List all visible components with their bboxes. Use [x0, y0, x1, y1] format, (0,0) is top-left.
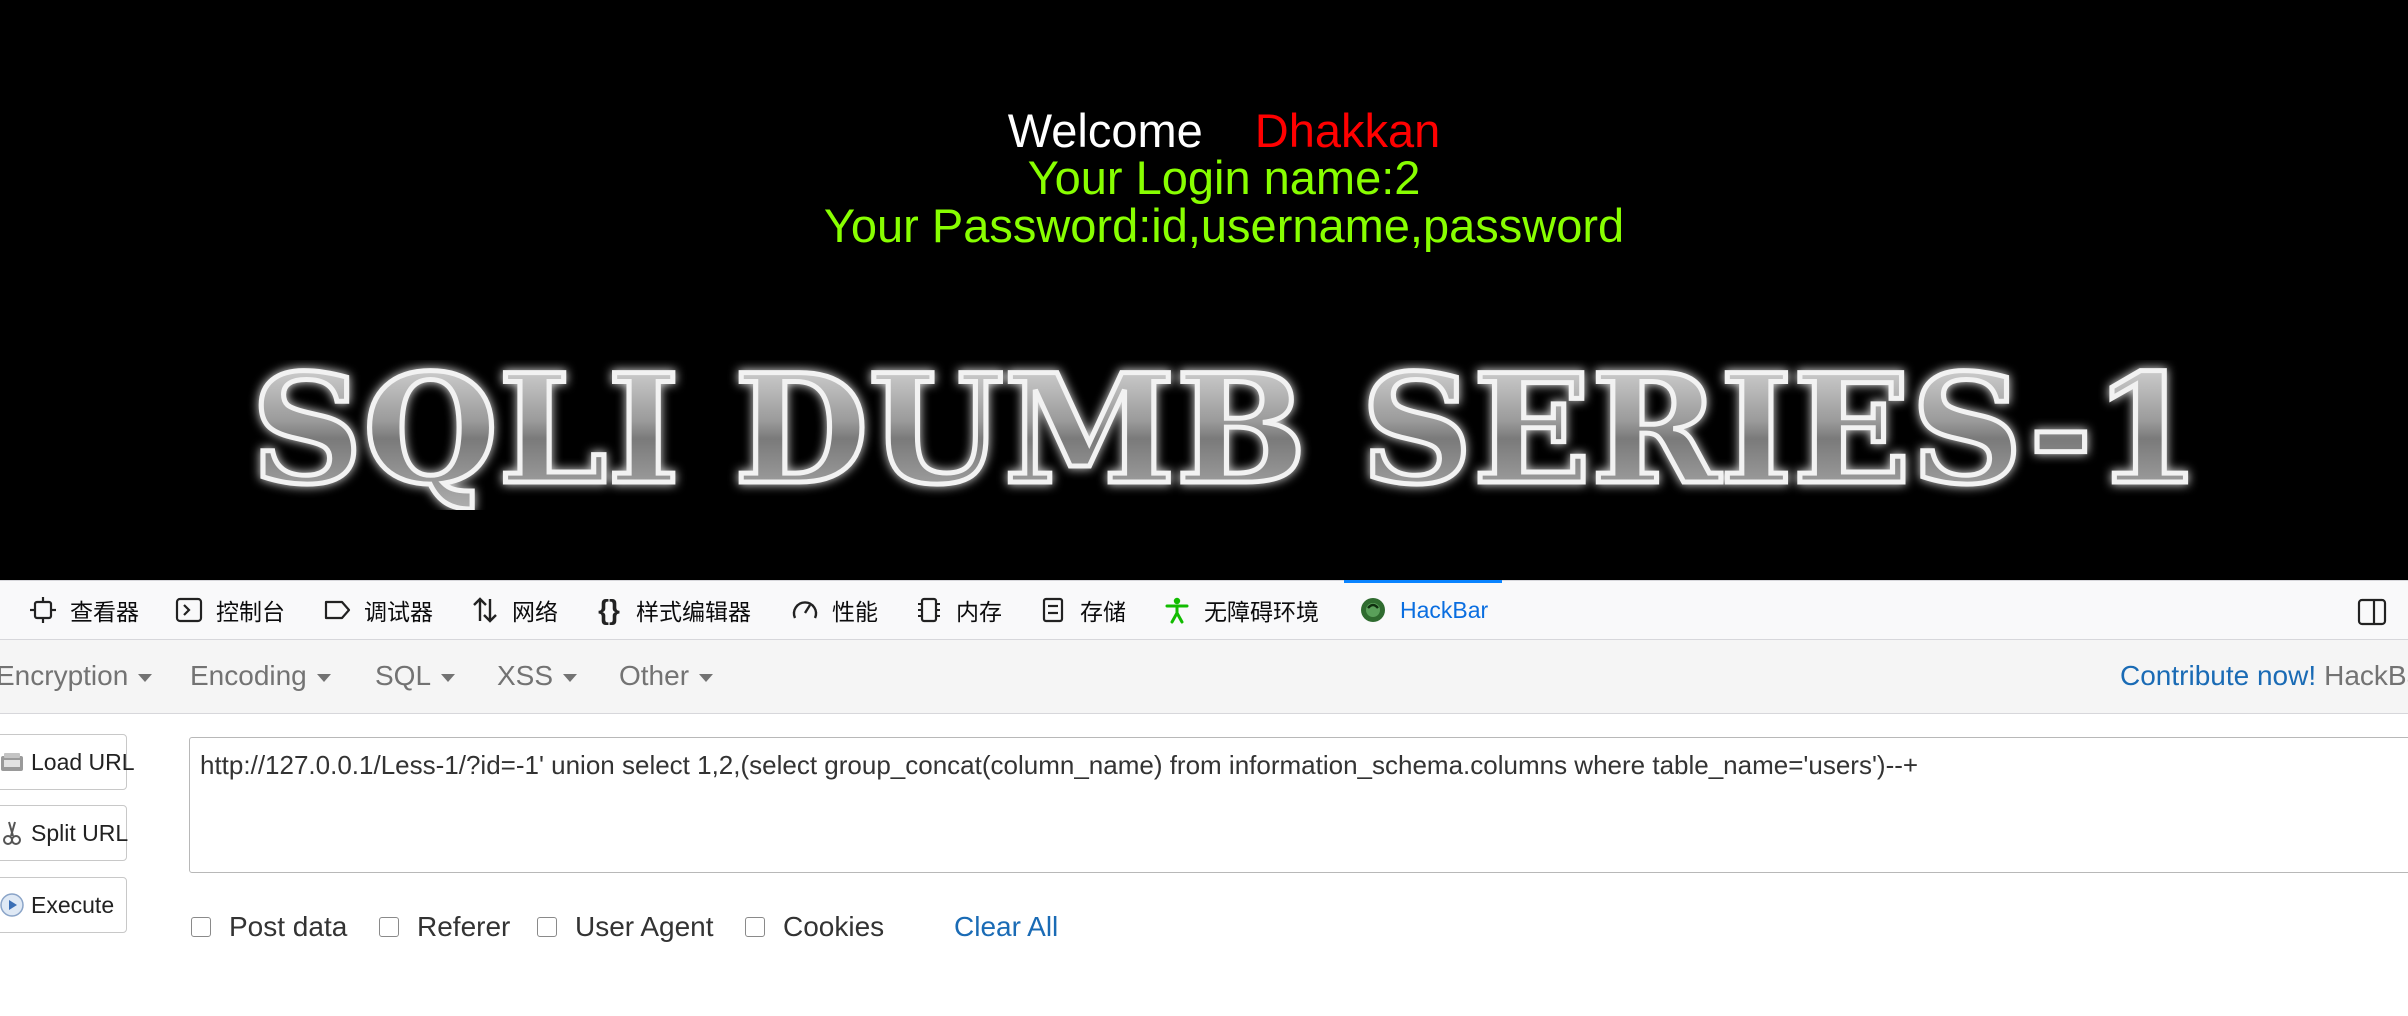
tab-hackbar[interactable]: HackBar	[1343, 580, 1503, 639]
tab-accessibility[interactable]: 无障碍环境	[1162, 581, 1319, 639]
login-name-line: Your Login name:2	[1027, 151, 1421, 204]
menu-label: XSS	[497, 660, 554, 691]
menu-label: SQL	[375, 660, 432, 691]
welcome-text: Welcome	[1007, 104, 1203, 157]
menu-other[interactable]: Other	[619, 640, 714, 712]
hackbar-icon	[1358, 595, 1388, 625]
user-agent-option[interactable]: User Agent	[537, 907, 714, 947]
url-textarea[interactable]: http://127.0.0.1/Less-1/?id=-1' union se…	[189, 737, 2408, 873]
console-icon	[174, 595, 204, 625]
hackbar-panel: Load URL Split URL Execute http://127.0.…	[0, 714, 2408, 1016]
load-url-icon	[0, 749, 25, 775]
tab-label: 查看器	[70, 599, 139, 625]
contribute-link[interactable]: Contribute now!	[2120, 660, 2316, 692]
menu-encryption[interactable]: Encryption	[0, 640, 153, 712]
option-label: Cookies	[783, 911, 885, 942]
execute-button[interactable]: Execute	[0, 877, 127, 933]
option-label: Post data	[229, 911, 348, 942]
storage-icon	[1038, 595, 1068, 625]
tab-memory[interactable]: 内存	[914, 581, 1002, 639]
dock-side-button[interactable]	[2356, 595, 2388, 627]
debugger-icon	[322, 595, 352, 625]
split-url-label: Split URL	[31, 819, 129, 846]
tab-storage[interactable]: 存储	[1038, 581, 1126, 639]
contribute-area: Contribute now! HackBar	[2120, 640, 2408, 712]
cookies-option[interactable]: Cookies	[745, 907, 884, 947]
caret-down-icon	[441, 674, 456, 682]
welcome-line: Welcome Dhakkan	[0, 104, 2408, 158]
menu-encoding[interactable]: Encoding	[190, 640, 331, 712]
tab-console[interactable]: 控制台	[174, 581, 285, 639]
menu-label: Encoding	[190, 660, 307, 691]
load-url-label: Load URL	[31, 748, 135, 775]
clear-all-link[interactable]: Clear All	[954, 907, 1058, 947]
sqli-banner-logo: SQLI DUMB SERIES-1	[249, 360, 2204, 510]
inspector-icon	[28, 595, 58, 625]
option-label: User Agent	[575, 911, 714, 942]
tab-label: 内存	[956, 599, 1002, 625]
caret-down-icon	[316, 674, 331, 682]
menu-sql[interactable]: SQL	[375, 640, 456, 712]
tab-debugger[interactable]: 调试器	[322, 581, 433, 639]
menu-label: Other	[619, 660, 690, 691]
tab-label: 网络	[512, 599, 558, 625]
split-url-button[interactable]: Split URL	[0, 805, 129, 861]
menu-xss[interactable]: XSS	[497, 640, 578, 712]
post-data-option[interactable]: Post data	[191, 907, 347, 947]
tab-label: 控制台	[216, 599, 285, 625]
cookies-checkbox[interactable]	[745, 917, 765, 937]
tab-performance[interactable]: 性能	[790, 581, 878, 639]
option-label: Referer	[417, 911, 511, 942]
tab-style-editor[interactable]: {} 样式编辑器	[594, 581, 751, 639]
page-content: Welcome Dhakkan Your Login name:2 Your Pa…	[0, 0, 2408, 580]
tab-label: 无障碍环境	[1204, 599, 1319, 625]
banner-text: SQLI DUMB SERIES-1	[251, 360, 2201, 510]
post-data-checkbox[interactable]	[191, 917, 211, 937]
dock-side-icon	[2357, 598, 2387, 626]
caret-down-icon	[138, 674, 153, 682]
tab-label: 样式编辑器	[636, 599, 751, 625]
scissors-icon	[0, 820, 25, 846]
caret-down-icon	[699, 674, 714, 682]
referer-checkbox[interactable]	[379, 917, 399, 937]
caret-down-icon	[563, 674, 578, 682]
tab-label: 调试器	[364, 599, 433, 625]
tab-label: HackBar	[1400, 596, 1489, 623]
menu-label: Encryption	[0, 660, 129, 691]
hackbar-brand: HackBar	[2324, 660, 2408, 691]
play-icon	[0, 892, 25, 918]
load-url-button[interactable]: Load URL	[0, 734, 135, 790]
password-line: Your Password:id,username,password	[823, 199, 1625, 252]
user-name: Dhakkan	[1254, 104, 1441, 157]
tab-label: 性能	[832, 599, 878, 625]
referer-option[interactable]: Referer	[379, 907, 510, 947]
network-icon	[470, 595, 500, 625]
accessibility-icon	[1162, 595, 1192, 625]
tab-inspector[interactable]: 查看器	[28, 581, 139, 639]
user-agent-checkbox[interactable]	[537, 917, 557, 937]
execute-label: Execute	[31, 891, 115, 918]
devtools-toolbar: 查看器 控制台 调试器 网络 {} 样式编辑器 性能 内存 存储 无障碍环境 H…	[0, 580, 2408, 640]
tab-label: 存储	[1080, 599, 1126, 625]
tab-network[interactable]: 网络	[470, 581, 558, 639]
style-editor-icon: {}	[598, 594, 620, 625]
performance-icon	[790, 595, 820, 625]
hackbar-menu: Encryption Encoding SQL XSS Other Contri…	[0, 640, 2408, 714]
memory-icon	[914, 595, 944, 625]
